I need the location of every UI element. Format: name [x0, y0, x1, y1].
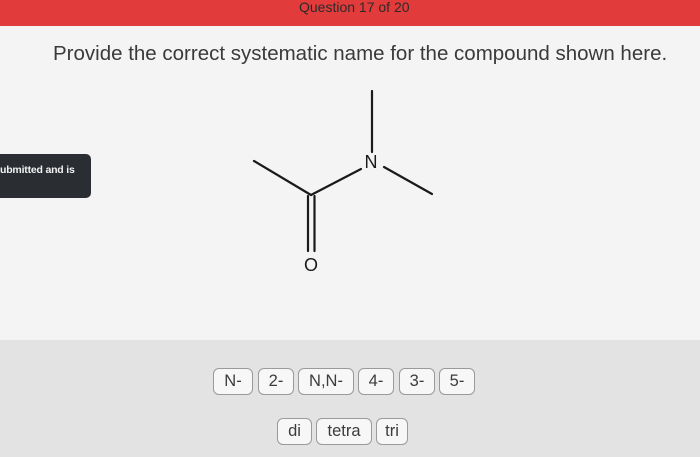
bond-carbonyl-n	[309, 167, 363, 197]
oxygen-label: O	[304, 255, 318, 275]
tile-5[interactable]: 5-	[439, 368, 475, 395]
tile-tetra[interactable]: tetra	[316, 418, 372, 445]
bond-ch3-carbonyl	[252, 159, 313, 197]
nitrogen-label: N	[365, 152, 378, 172]
tile-nn[interactable]: N,N-	[298, 368, 354, 395]
bond-n-methyl-right	[382, 165, 434, 196]
tile-4[interactable]: 4-	[358, 368, 394, 395]
tile-2[interactable]: 2-	[258, 368, 294, 395]
tile-di[interactable]: di	[277, 418, 312, 445]
tile-tri[interactable]: tri	[376, 418, 408, 445]
tile-n[interactable]: N-	[213, 368, 253, 395]
tile-3[interactable]: 3-	[399, 368, 435, 395]
